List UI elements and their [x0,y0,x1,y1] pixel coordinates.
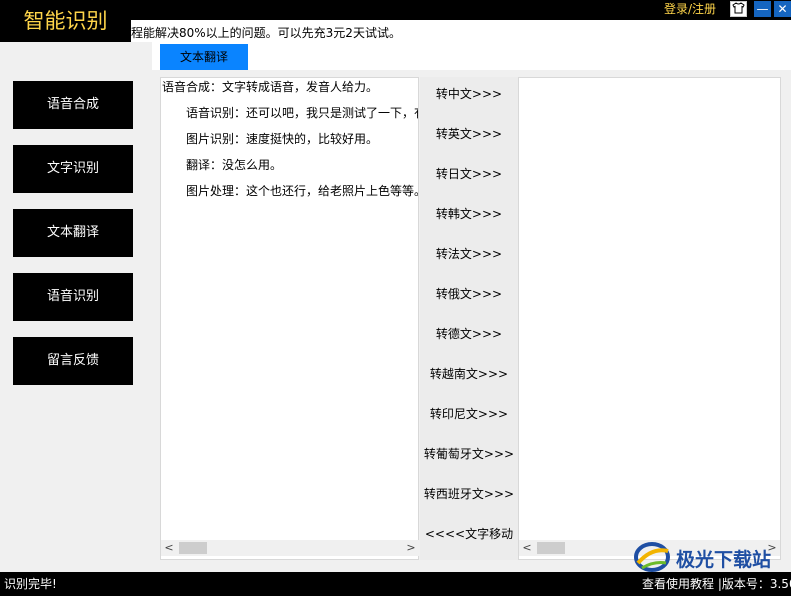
source-text-line: 语音合成：文字转成语音，发音人给力。 [162,80,379,94]
convert-to-vietnamese-button[interactable]: 转越南文>>> [420,364,518,384]
convert-to-indonesian-button[interactable]: 转印尼文>>> [420,404,518,424]
source-horizontal-scrollbar[interactable]: < > [161,540,419,556]
source-text-line: 翻译：没怎么用。 [186,158,283,172]
login-register-link[interactable]: 登录/注册 [664,1,716,17]
convert-to-french-button[interactable]: 转法文>>> [420,244,518,264]
status-message: 识别完毕! [4,577,57,591]
sidebar: 语音合成 文字识别 文本翻译 语音识别 留言反馈 [0,42,152,572]
sidebar-item-speech-synthesis[interactable]: 语音合成 [13,81,133,129]
app-title: 智能识别 [0,0,131,42]
source-text-line: 语音识别：还可以吧，我只是测试了一下，有 [186,106,419,120]
sidebar-item-text-translation[interactable]: 文本翻译 [13,209,133,257]
scroll-left-arrow[interactable]: < [161,540,177,556]
source-text-area[interactable]: 语音合成：文字转成语音，发音人给力。 语音识别：还可以吧，我只是测试了一下，有 … [160,77,419,560]
convert-to-german-button[interactable]: 转德文>>> [420,324,518,344]
scroll-left-arrow[interactable]: < [519,540,535,556]
scroll-right-arrow[interactable]: > [403,540,419,556]
shirt-icon-graphic [732,2,745,14]
shirt-icon[interactable] [730,1,747,17]
convert-to-japanese-button[interactable]: 转日文>>> [420,164,518,184]
sidebar-item-speech-recognition[interactable]: 语音识别 [13,273,133,321]
help-and-version-link[interactable]: 查看使用教程 |版本号：3.50 [642,576,791,592]
convert-to-english-button[interactable]: 转英文>>> [420,124,518,144]
convert-to-korean-button[interactable]: 转韩文>>> [420,204,518,224]
scrollbar-thumb[interactable] [537,542,565,554]
watermark-logo-icon [634,542,670,572]
convert-button-column: 转中文>>> 转英文>>> 转日文>>> 转韩文>>> 转法文>>> 转俄文>>… [420,77,518,560]
watermark: 极光下载站 [632,539,787,575]
move-text-button[interactable]: <<<<文字移动 [420,524,518,544]
scrollbar-thumb[interactable] [179,542,207,554]
notice-text: 程能解决80%以上的问题。可以先充3元2天试试。 [131,26,401,40]
sidebar-item-feedback[interactable]: 留言反馈 [13,337,133,385]
source-text-line: 图片识别：速度挺快的，比较好用。 [186,132,379,146]
convert-to-chinese-button[interactable]: 转中文>>> [420,84,518,104]
source-text-line: 图片处理：这个也还行，给老照片上色等等。 [186,184,419,198]
minimize-button[interactable]: — [754,1,771,17]
convert-to-portuguese-button[interactable]: 转葡萄牙文>>> [420,444,518,464]
watermark-text: 极光下载站 [676,549,772,571]
sidebar-item-text-recognition[interactable]: 文字识别 [13,145,133,193]
tab-text-translation[interactable]: 文本翻译 [160,44,248,70]
convert-to-spanish-button[interactable]: 转西班牙文>>> [420,484,518,504]
close-button[interactable]: ✕ [774,1,791,17]
convert-to-russian-button[interactable]: 转俄文>>> [420,284,518,304]
result-text-area[interactable] [518,77,781,560]
